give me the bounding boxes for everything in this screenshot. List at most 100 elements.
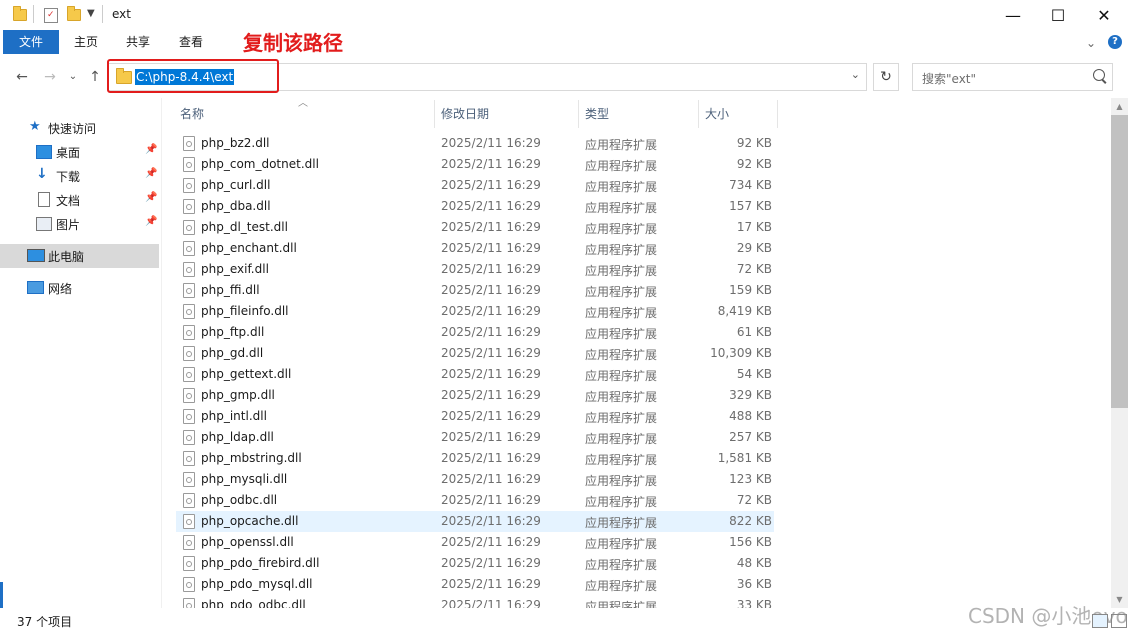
search-placeholder: 搜索"ext" [922, 72, 977, 86]
table-row[interactable]: php_gmp.dll 2025/2/11 16:29 应用程序扩展 329 KB [176, 385, 774, 406]
quick-access-dropdown-icon[interactable]: ▼ [87, 8, 95, 19]
table-row[interactable]: php_exif.dll 2025/2/11 16:29 应用程序扩展 72 KB [176, 259, 774, 280]
new-folder-icon[interactable] [67, 6, 81, 21]
table-row[interactable]: php_dba.dll 2025/2/11 16:29 应用程序扩展 157 KB [176, 196, 774, 217]
pin-icon[interactable]: 📌 [145, 216, 157, 227]
close-button[interactable]: ✕ [1081, 0, 1127, 30]
file-date: 2025/2/11 16:29 [441, 493, 541, 507]
dll-file-icon [183, 577, 195, 592]
table-row[interactable]: php_gettext.dll 2025/2/11 16:29 应用程序扩展 54 K… [176, 364, 774, 385]
file-name: php_dba.dll [201, 199, 271, 213]
sidebar-item-network[interactable]: 网络 [0, 276, 159, 300]
column-divider[interactable] [698, 100, 699, 128]
picture-icon [36, 217, 52, 231]
tab-home[interactable]: 主页 [60, 30, 112, 54]
file-size: 329 KB [729, 388, 772, 402]
refresh-button[interactable]: ↻ [873, 63, 899, 91]
sidebar-item-label: 桌面 [56, 146, 81, 160]
file-type: 应用程序扩展 [585, 243, 658, 257]
table-row[interactable]: php_pdo_odbc.dll 2025/2/11 16:29 应用程序扩展 33 … [176, 595, 774, 608]
table-row[interactable]: php_dl_test.dll 2025/2/11 16:29 应用程序扩展 17 K… [176, 217, 774, 238]
table-row[interactable]: php_mysqli.dll 2025/2/11 16:29 应用程序扩展 123 K… [176, 469, 774, 490]
column-header-date[interactable]: 修改日期 [441, 104, 489, 128]
table-row[interactable]: php_ldap.dll 2025/2/11 16:29 应用程序扩展 257 KB [176, 427, 774, 448]
table-row[interactable]: php_intl.dll 2025/2/11 16:29 应用程序扩展 488 KB [176, 406, 774, 427]
large-icons-view-icon[interactable] [1111, 614, 1127, 628]
column-header-name[interactable]: 名称 [180, 104, 204, 128]
tab-share[interactable]: 共享 [112, 30, 164, 54]
details-view-icon[interactable] [1092, 614, 1108, 628]
table-row[interactable]: php_pdo_firebird.dll 2025/2/11 16:29 应用程序扩… [176, 553, 774, 574]
table-row[interactable]: php_curl.dll 2025/2/11 16:29 应用程序扩展 734 KB [176, 175, 774, 196]
pin-icon[interactable]: 📌 [145, 168, 157, 179]
forward-arrow-icon[interactable]: → [40, 66, 60, 88]
column-divider[interactable] [578, 100, 579, 128]
table-row[interactable]: php_gd.dll 2025/2/11 16:29 应用程序扩展 10,309 KB [176, 343, 774, 364]
dll-file-icon [183, 451, 195, 466]
table-row[interactable]: php_fileinfo.dll 2025/2/11 16:29 应用程序扩展 8,4… [176, 301, 774, 322]
help-icon[interactable]: ? [1108, 35, 1122, 49]
file-name: php_pdo_odbc.dll [201, 598, 306, 608]
dll-file-icon [183, 535, 195, 550]
file-date: 2025/2/11 16:29 [441, 283, 541, 297]
minimize-button[interactable]: — [990, 0, 1036, 30]
table-row[interactable]: php_opcache.dll 2025/2/11 16:29 应用程序扩展 822 … [176, 511, 774, 532]
dll-file-icon [183, 598, 195, 608]
file-name: php_fileinfo.dll [201, 304, 289, 318]
properties-icon[interactable]: ✓ [44, 8, 58, 23]
file-name: php_opcache.dll [201, 514, 299, 528]
vertical-scrollbar[interactable]: ▲ ▼ [1111, 98, 1128, 608]
file-date: 2025/2/11 16:29 [441, 409, 541, 423]
table-row[interactable]: php_mbstring.dll 2025/2/11 16:29 应用程序扩展 1,5… [176, 448, 774, 469]
chevron-down-icon[interactable]: ⌄ [851, 68, 860, 81]
file-date: 2025/2/11 16:29 [441, 514, 541, 528]
sidebar-item-pictures[interactable]: 图片 📌 [0, 212, 159, 236]
sidebar-item-quick-access[interactable]: ★ 快速访问 [0, 116, 159, 140]
table-row[interactable]: php_openssl.dll 2025/2/11 16:29 应用程序扩展 156 … [176, 532, 774, 553]
table-row[interactable]: php_com_dotnet.dll 2025/2/11 16:29 应用程序扩展 9… [176, 154, 774, 175]
search-input[interactable]: 搜索"ext" [912, 63, 1113, 91]
file-name: php_exif.dll [201, 262, 269, 276]
pin-icon[interactable]: 📌 [145, 144, 157, 155]
scroll-up-icon[interactable]: ▲ [1111, 98, 1128, 115]
column-header-size[interactable]: 大小 [705, 104, 729, 128]
search-icon[interactable] [1093, 69, 1105, 81]
table-row[interactable]: php_bz2.dll 2025/2/11 16:29 应用程序扩展 92 KB [176, 133, 774, 154]
recent-dropdown-icon[interactable]: ⌄ [63, 66, 83, 88]
sidebar-item-desktop[interactable]: 桌面 📌 [0, 140, 159, 164]
column-header-type[interactable]: 类型 [585, 104, 609, 128]
tab-file[interactable]: 文件 [3, 30, 60, 54]
file-type: 应用程序扩展 [585, 558, 658, 572]
table-row[interactable]: php_ftp.dll 2025/2/11 16:29 应用程序扩展 61 KB [176, 322, 774, 343]
file-type: 应用程序扩展 [585, 264, 658, 278]
file-date: 2025/2/11 16:29 [441, 388, 541, 402]
file-type: 应用程序扩展 [585, 138, 658, 152]
column-divider[interactable] [777, 100, 778, 128]
file-date: 2025/2/11 16:29 [441, 451, 541, 465]
dll-file-icon [183, 514, 195, 529]
file-date: 2025/2/11 16:29 [441, 178, 541, 192]
column-divider[interactable] [434, 100, 435, 128]
file-type: 应用程序扩展 [585, 222, 658, 236]
table-row[interactable]: php_pdo_mysql.dll 2025/2/11 16:29 应用程序扩展 36… [176, 574, 774, 595]
sidebar-item-downloads[interactable]: ↓ 下载 📌 [0, 164, 159, 188]
dll-file-icon [183, 304, 195, 319]
pin-icon[interactable]: 📌 [145, 192, 157, 203]
back-arrow-icon[interactable]: ← [12, 66, 32, 88]
up-arrow-icon[interactable]: ↑ [85, 66, 105, 88]
scrollbar-thumb[interactable] [1111, 115, 1128, 408]
table-row[interactable]: php_ffi.dll 2025/2/11 16:29 应用程序扩展 159 KB [176, 280, 774, 301]
tab-view[interactable]: 查看 [165, 30, 217, 54]
chevron-down-icon[interactable]: ⌄ [1086, 36, 1096, 50]
file-type: 应用程序扩展 [585, 180, 658, 194]
sidebar-item-this-pc[interactable]: 此电脑 [0, 244, 159, 268]
maximize-button[interactable]: ☐ [1035, 0, 1081, 30]
sidebar-item-documents[interactable]: 文档 📌 [0, 188, 159, 212]
table-row[interactable]: php_enchant.dll 2025/2/11 16:29 应用程序扩展 29 K… [176, 238, 774, 259]
file-size: 33 KB [736, 598, 772, 608]
file-name: php_ffi.dll [201, 283, 260, 297]
dll-file-icon [183, 430, 195, 445]
table-row[interactable]: php_odbc.dll 2025/2/11 16:29 应用程序扩展 72 KB [176, 490, 774, 511]
file-type: 应用程序扩展 [585, 411, 658, 425]
file-size: 734 KB [729, 178, 772, 192]
